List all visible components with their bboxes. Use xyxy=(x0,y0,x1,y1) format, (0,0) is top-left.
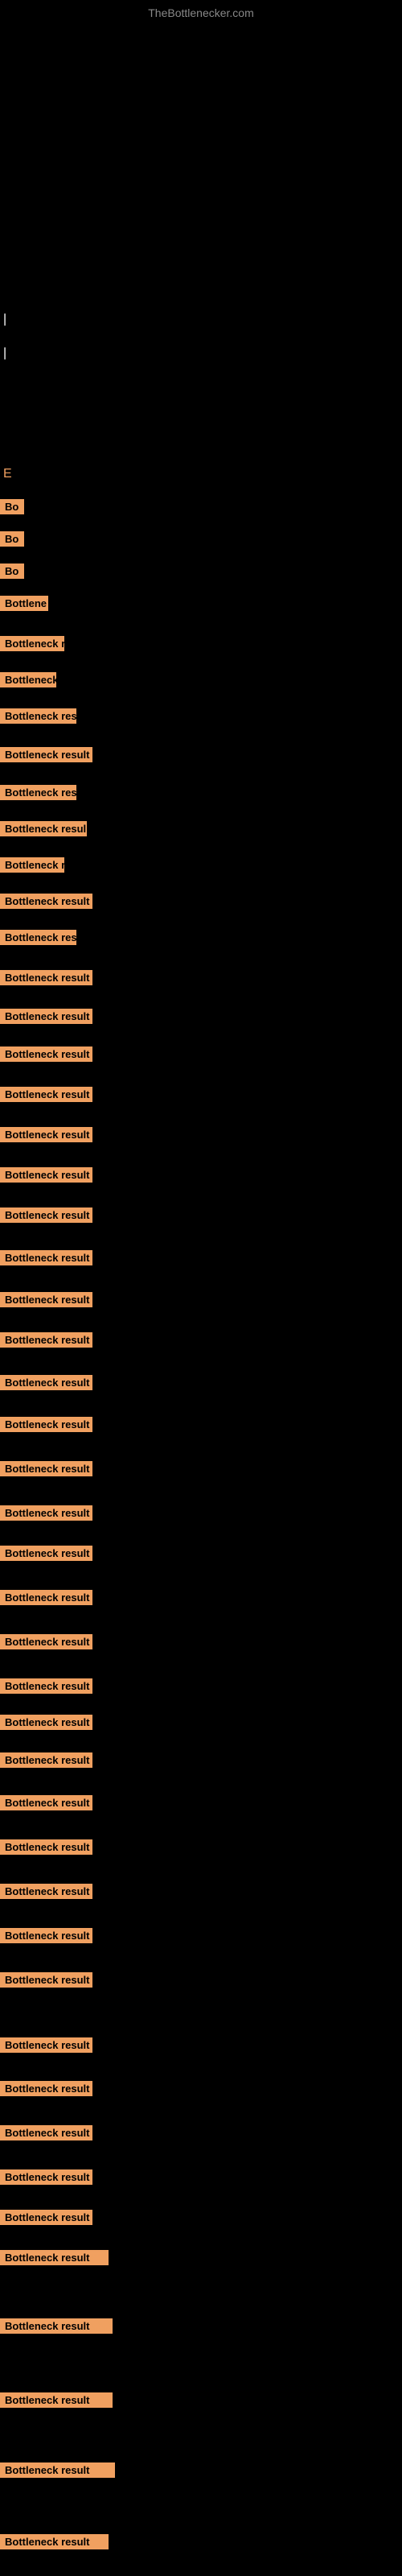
site-title: TheBottlenecker.com xyxy=(0,0,402,23)
bottleneck-result-label-7: Bottleneck result xyxy=(0,2534,109,2549)
bottleneck-result-label-1: Bottleneck result xyxy=(0,1752,92,1768)
bottleneck-label-30: Bottleneck result xyxy=(0,1332,92,1348)
bottleneck-label-11: Bottlene xyxy=(0,596,48,611)
bottleneck-label-13: Bottleneck xyxy=(0,672,56,687)
bottleneck-result-label-4: Bottleneck result xyxy=(0,2318,113,2334)
bottleneck-label-46: Bottleneck result xyxy=(0,2125,92,2140)
bottleneck-label-14: Bottleneck res xyxy=(0,708,76,724)
bottleneck-result-label-5: Bottleneck result xyxy=(0,2392,113,2408)
bottleneck-label-44: Bottleneck result xyxy=(0,1972,92,1988)
bottleneck-label-12: Bottleneck r xyxy=(0,636,64,651)
bottleneck-label-23: Bottleneck result xyxy=(0,1046,92,1062)
bottleneck-label-21: Bottleneck result xyxy=(0,970,92,985)
bottleneck-label-36: Bottleneck result xyxy=(0,1590,92,1605)
bottleneck-label-47: Bottleneck result xyxy=(0,2169,92,2185)
bottleneck-label-42: Bottleneck result xyxy=(0,1884,92,1899)
bottleneck-label-27: Bottleneck result xyxy=(0,1208,92,1223)
bottleneck-label-35: Bottleneck result xyxy=(0,1546,92,1561)
bottleneck-label-15: Bottleneck result xyxy=(0,747,92,762)
bottleneck-label-20: Bottleneck res xyxy=(0,930,76,945)
bottleneck-label-8: Bo xyxy=(0,499,24,514)
bottleneck-label-32: Bottleneck result xyxy=(0,1417,92,1432)
bottleneck-label-26: Bottleneck result xyxy=(0,1167,92,1183)
bottleneck-label-28: Bottleneck result xyxy=(0,1250,92,1265)
bottleneck-label-22: Bottleneck result xyxy=(0,1009,92,1024)
bottleneck-label-41: Bottleneck result xyxy=(0,1839,92,1855)
bottleneck-label-40: Bottleneck result xyxy=(0,1795,92,1810)
bottleneck-label-17: Bottleneck resul xyxy=(0,821,87,836)
bottleneck-label-45: Bottleneck result xyxy=(0,2081,92,2096)
bottleneck-label-33: Bottleneck result xyxy=(0,1461,92,1476)
bottleneck-label-48: Bottleneck result xyxy=(0,2210,92,2225)
bottleneck-label-24: Bottleneck result xyxy=(0,1087,92,1102)
bottleneck-label-31: Bottleneck result xyxy=(0,1375,92,1390)
cursor-label-51: | xyxy=(3,346,6,361)
bottleneck-label-18: Bottleneck r xyxy=(0,857,64,873)
cursor-label-52: E xyxy=(3,467,12,481)
bottleneck-label-39: Bottleneck result xyxy=(0,1715,92,1730)
bottleneck-label-25: Bottleneck result xyxy=(0,1127,92,1142)
bottleneck-label-43: Bottleneck result xyxy=(0,1928,92,1943)
bottleneck-label-10: Bo xyxy=(0,564,24,579)
bottleneck-result-label-3: Bottleneck result xyxy=(0,2250,109,2265)
bottleneck-result-label-2: Bottleneck result xyxy=(0,2037,92,2053)
bottleneck-label-9: Bo xyxy=(0,531,24,547)
bottleneck-label-38: Bottleneck result xyxy=(0,1678,92,1694)
bottleneck-label-37: Bottleneck result xyxy=(0,1634,92,1649)
bottleneck-label-34: Bottleneck result xyxy=(0,1505,92,1521)
bottleneck-label-29: Bottleneck result xyxy=(0,1292,92,1307)
cursor-label-50: | xyxy=(3,312,6,327)
bottleneck-result-label-6: Bottleneck result xyxy=(0,2462,115,2478)
bottleneck-label-19: Bottleneck result xyxy=(0,894,92,909)
bottleneck-label-16: Bottleneck res xyxy=(0,785,76,800)
